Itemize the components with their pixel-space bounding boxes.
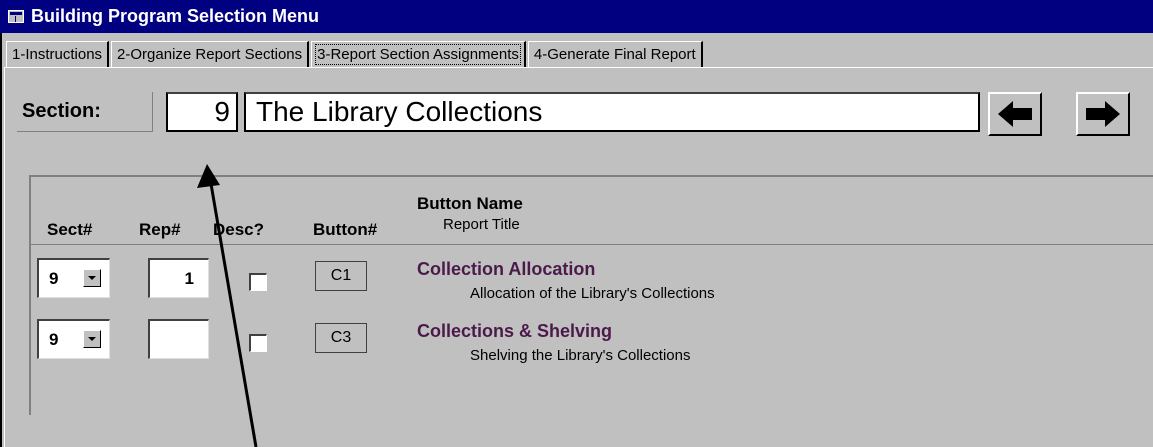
rep-field[interactable]: 1 <box>148 258 209 298</box>
desc-checkbox[interactable] <box>249 273 267 291</box>
button-name: Collection Allocation <box>417 259 596 279</box>
sect-combo[interactable]: 9 <box>37 258 110 298</box>
report-title: Shelving the Library's Collections <box>470 347 691 364</box>
button-code[interactable]: C1 <box>315 261 367 291</box>
tab-organize-report-sections[interactable]: 2-Organize Report Sections <box>111 41 310 67</box>
column-header-rep: Rep# <box>139 220 181 239</box>
title-bar: Building Program Selection Menu <box>0 0 1153 33</box>
dropdown-arrow-icon[interactable] <box>83 269 101 287</box>
column-header-report-title: Report Title <box>443 216 520 233</box>
desc-checkbox[interactable] <box>249 334 267 352</box>
previous-section-button[interactable] <box>988 92 1042 136</box>
building-program-window: Building Program Selection Menu 1-Instru… <box>0 0 1153 447</box>
rep-field[interactable] <box>148 319 209 359</box>
section-assignments-subform: Sect# Rep# Desc? Button# Button Name Rep… <box>29 175 1153 415</box>
column-header-sect: Sect# <box>47 220 93 239</box>
dropdown-arrow-icon[interactable] <box>83 330 101 348</box>
section-name-field[interactable]: The Library Collections <box>244 92 980 132</box>
window-title: Building Program Selection Menu <box>31 6 320 26</box>
section-number-field[interactable]: 9 <box>166 92 238 132</box>
tab-instructions[interactable]: 1-Instructions <box>6 41 110 67</box>
button-code[interactable]: C3 <box>315 323 367 353</box>
button-name: Collections & Shelving <box>417 321 613 341</box>
section-label: Section: <box>17 92 153 132</box>
tab-generate-final-report[interactable]: 4-Generate Final Report <box>527 41 703 67</box>
arrow-left-icon <box>998 101 1032 127</box>
report-title: Allocation of the Library's Collections <box>470 285 715 302</box>
column-header-button-name: Button Name <box>417 194 523 213</box>
column-header-desc: Desc? <box>213 220 265 239</box>
next-section-button[interactable] <box>1076 92 1130 136</box>
header-divider <box>31 244 1153 245</box>
arrow-right-icon <box>1086 101 1120 127</box>
tab-strip: 1-Instructions 2-Organize Report Section… <box>6 41 705 67</box>
sect-combo[interactable]: 9 <box>37 319 110 359</box>
form-icon <box>8 10 24 23</box>
tab-report-section-assignments[interactable]: 3-Report Section Assignments <box>311 41 526 67</box>
window-left-edge <box>0 33 2 447</box>
column-header-button: Button# <box>313 220 378 239</box>
